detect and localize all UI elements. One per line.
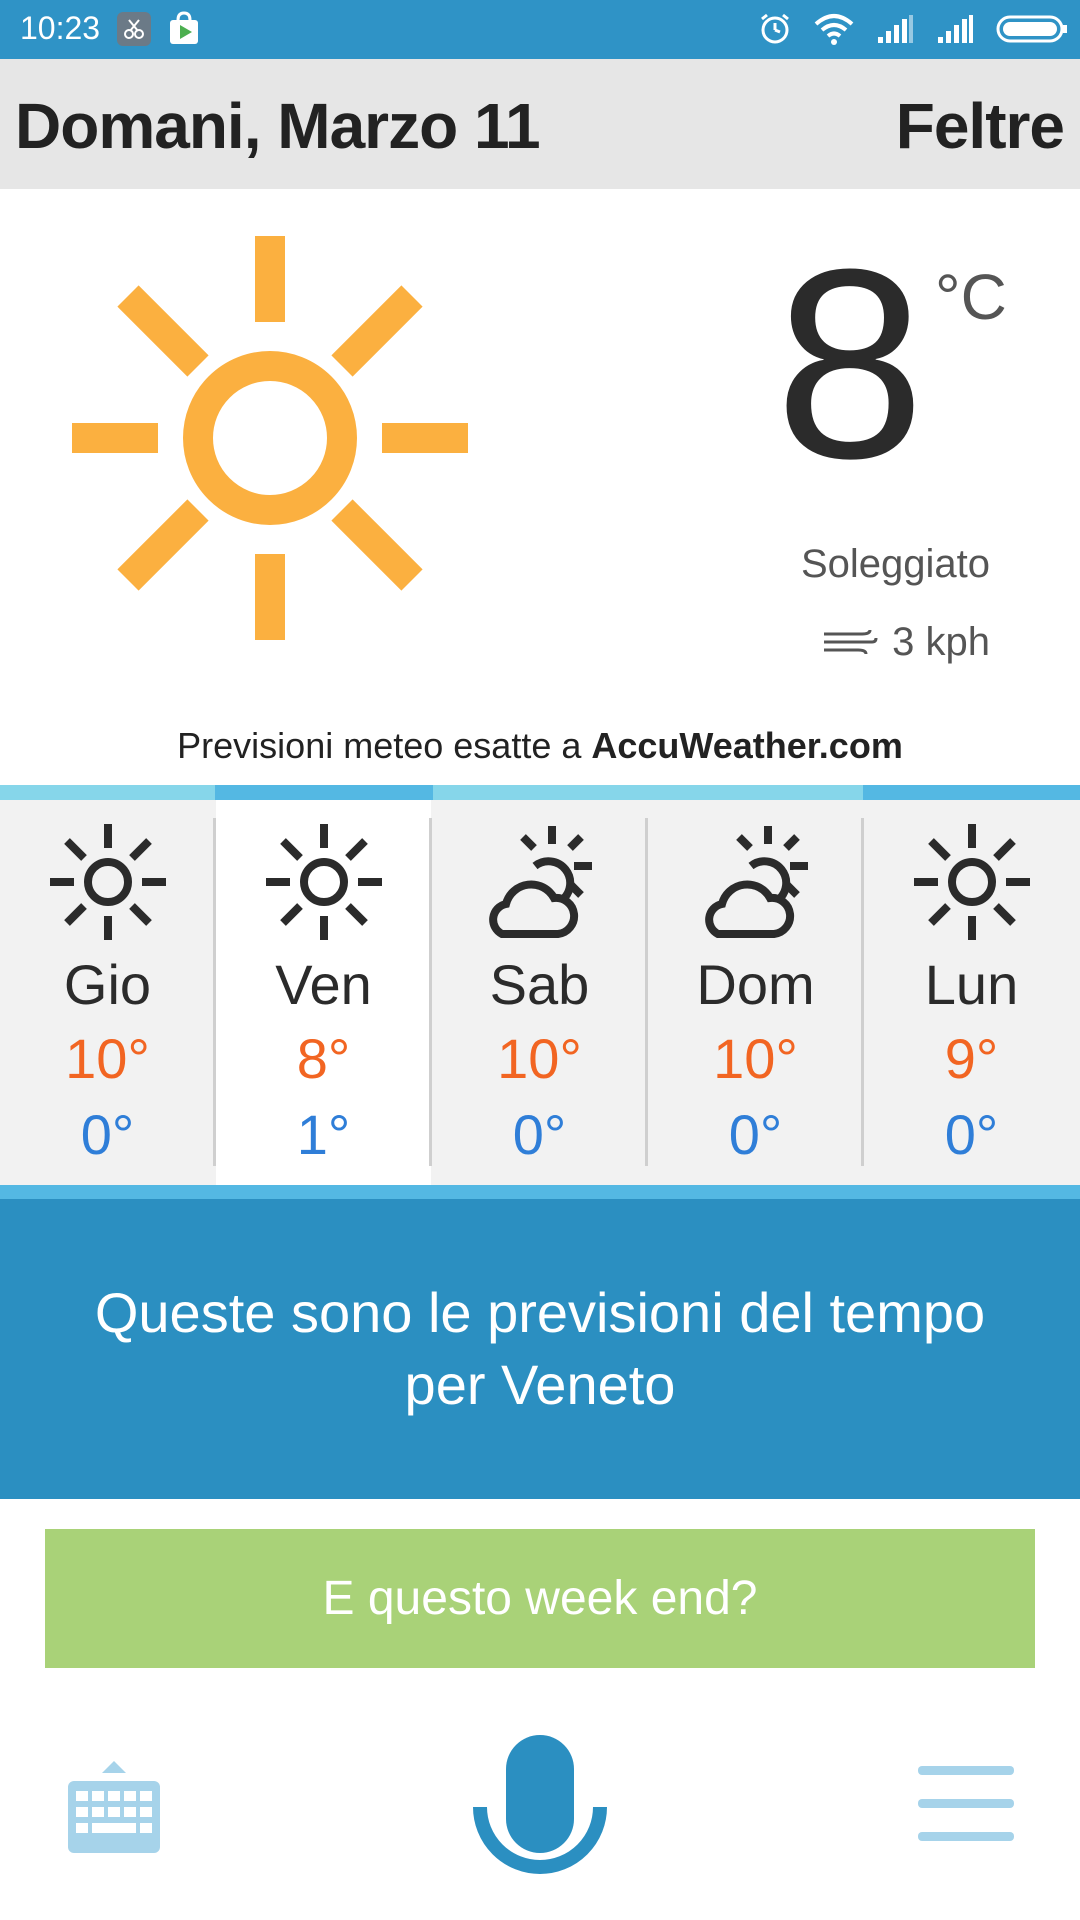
status-bar: 10:23 bbox=[0, 0, 1080, 59]
forecast-day-name: Ven bbox=[275, 953, 372, 1016]
forecast-high: 10° bbox=[713, 1027, 798, 1090]
scissors-app-icon bbox=[117, 12, 151, 46]
city-name[interactable]: Feltre bbox=[896, 89, 1065, 163]
signal-icon bbox=[878, 15, 913, 43]
forecast-low: 1° bbox=[296, 1103, 351, 1166]
accuweather-attribution[interactable]: Previsioni meteo esatte a AccuWeather.co… bbox=[0, 725, 1080, 767]
forecast-divider bbox=[863, 785, 1080, 800]
forecast-day-name: Gio bbox=[63, 953, 152, 1016]
suggestion-button[interactable]: E questo week end? bbox=[45, 1529, 1035, 1668]
wind-info: 3 kph bbox=[822, 617, 990, 667]
status-time: 10:23 bbox=[20, 10, 101, 46]
attribution-prefix: Previsioni meteo esatte a bbox=[177, 725, 592, 766]
forecast-divider bbox=[433, 785, 863, 800]
sun-icon bbox=[265, 824, 382, 940]
forecast-low: 0° bbox=[728, 1103, 783, 1166]
sun-icon bbox=[72, 236, 468, 640]
assistant-response-text: Queste sono le previsioni del tempo per … bbox=[94, 1281, 986, 1416]
menu-icon[interactable] bbox=[918, 1766, 1014, 1842]
forecast-day-gio[interactable]: Gio 10° 0° bbox=[0, 800, 215, 1185]
temperature-unit: °C bbox=[935, 261, 1007, 333]
forecast-bottom-bar bbox=[0, 1185, 1080, 1199]
forecast-day-ven[interactable]: Ven 8° 1° bbox=[216, 800, 431, 1185]
partly-cloudy-icon bbox=[704, 826, 808, 938]
forecast-day-name: Dom bbox=[696, 953, 815, 1016]
forecast-day-name: Lun bbox=[924, 953, 1019, 1016]
weather-condition: Soleggiato bbox=[800, 542, 990, 586]
wifi-icon bbox=[814, 14, 854, 45]
forecast-day-dom[interactable]: Dom 10° 0° bbox=[648, 800, 863, 1185]
forecast-strip: Gio 10° 0° Ven 8° 1° Sab 10° 0° Dom 10° … bbox=[0, 800, 1080, 1185]
forecast-divider bbox=[0, 785, 215, 800]
sun-icon bbox=[913, 824, 1030, 940]
battery-icon bbox=[996, 15, 1067, 43]
forecast-day-lun[interactable]: Lun 9° 0° bbox=[864, 800, 1079, 1185]
partly-cloudy-icon bbox=[488, 826, 592, 938]
keyboard-icon[interactable] bbox=[66, 1757, 162, 1857]
forecast-date: Domani, Marzo 11 bbox=[15, 90, 541, 162]
forecast-high: 8° bbox=[296, 1027, 351, 1090]
microphone-icon[interactable] bbox=[472, 1733, 608, 1883]
forecast-low: 0° bbox=[512, 1103, 567, 1166]
forecast-day-sab[interactable]: Sab 10° 0° bbox=[432, 800, 647, 1185]
alarm-icon bbox=[761, 13, 789, 44]
forecast-day-name: Sab bbox=[489, 953, 590, 1016]
wind-icon bbox=[824, 629, 878, 655]
forecast-low: 0° bbox=[80, 1103, 135, 1166]
wind-speed: 3 kph bbox=[892, 619, 990, 664]
forecast-high: 10° bbox=[65, 1027, 150, 1090]
sun-icon bbox=[49, 824, 166, 940]
play-store-icon bbox=[165, 10, 203, 48]
status-icons bbox=[758, 9, 1068, 49]
current-temperature: 8 bbox=[774, 214, 925, 515]
attribution-brand: AccuWeather.com bbox=[591, 725, 903, 766]
forecast-divider bbox=[215, 785, 433, 800]
forecast-low: 0° bbox=[944, 1103, 999, 1166]
header-bar: Domani, Marzo 11 Feltre bbox=[0, 59, 1080, 189]
forecast-high: 10° bbox=[497, 1027, 582, 1090]
signal-icon bbox=[938, 15, 973, 43]
forecast-high: 9° bbox=[944, 1027, 999, 1090]
assistant-response: Queste sono le previsioni del tempo per … bbox=[0, 1199, 1080, 1499]
